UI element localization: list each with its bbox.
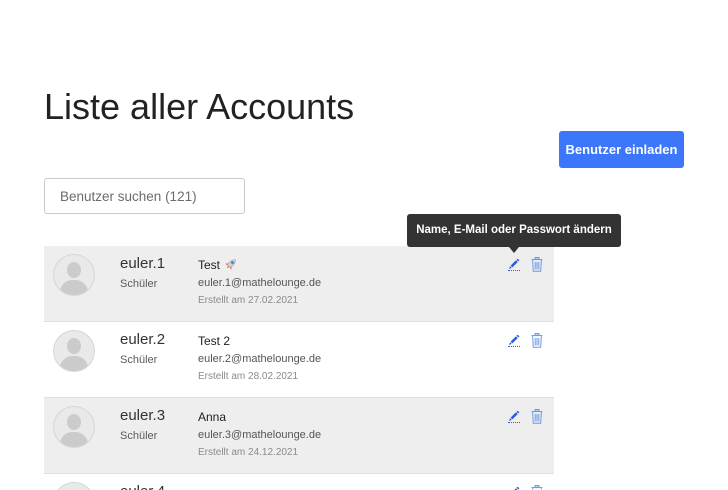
trash-icon xyxy=(531,485,543,490)
username: euler.4 xyxy=(120,482,165,490)
user-row: euler.2 Schüler Test 2 euler.2@matheloun… xyxy=(44,322,554,398)
invite-user-button[interactable]: Benutzer einladen xyxy=(559,131,684,168)
avatar-placeholder-icon xyxy=(53,254,95,296)
edit-user-button[interactable] xyxy=(508,410,520,423)
user-list: euler.1 Schüler Test euler.1@mathelounge… xyxy=(44,246,554,490)
user-display-name: Anna xyxy=(198,410,227,424)
pencil-icon xyxy=(514,486,520,490)
avatar-placeholder-icon xyxy=(53,482,95,490)
user-email: euler.1@mathelounge.de xyxy=(198,277,322,289)
avatar-placeholder-icon xyxy=(53,406,95,448)
user-role: Schüler xyxy=(120,278,158,290)
edit-user-button[interactable] xyxy=(508,258,520,271)
user-row: euler.3 Schüler Anna euler.3@mathelounge… xyxy=(44,398,554,474)
user-row: euler.4 xyxy=(44,474,554,490)
avatar-head xyxy=(67,338,81,354)
avatar-body xyxy=(60,356,88,371)
delete-user-button[interactable] xyxy=(531,257,543,272)
avatar-placeholder-icon xyxy=(53,330,95,372)
user-search-input[interactable] xyxy=(44,178,245,214)
pencil-icon xyxy=(509,334,520,345)
tooltip-arrow xyxy=(509,247,519,253)
pencil-icon xyxy=(509,258,520,269)
username: euler.2 xyxy=(120,331,166,348)
avatar-head xyxy=(67,414,81,430)
avatar-body xyxy=(60,432,88,447)
page-title: Liste aller Accounts xyxy=(44,86,355,127)
edit-user-button[interactable] xyxy=(508,486,520,490)
user-display-name-text: Test xyxy=(198,258,221,272)
avatar-head xyxy=(67,262,81,278)
user-created-date: Erstellt am 28.02.2021 xyxy=(198,371,299,382)
username: euler.3 xyxy=(120,407,166,424)
delete-user-button[interactable] xyxy=(531,409,543,424)
trash-icon xyxy=(531,333,543,348)
trash-icon xyxy=(531,257,543,272)
user-role: Schüler xyxy=(120,354,158,366)
edit-user-button[interactable] xyxy=(508,334,520,347)
user-email: euler.3@mathelounge.de xyxy=(198,429,322,441)
rocket-icon xyxy=(225,259,236,270)
pencil-icon xyxy=(509,410,520,421)
trash-icon xyxy=(531,409,543,424)
avatar-body xyxy=(60,280,88,295)
user-display-name: Test 2 xyxy=(198,334,231,348)
user-row: euler.1 Schüler Test euler.1@mathelounge… xyxy=(44,246,554,322)
edit-tooltip: Name, E-Mail oder Passwort ändern xyxy=(407,214,621,247)
user-created-date: Erstellt am 24.12.2021 xyxy=(198,447,299,458)
delete-user-button[interactable] xyxy=(531,333,543,348)
user-created-date: Erstellt am 27.02.2021 xyxy=(198,295,299,306)
user-email: euler.2@mathelounge.de xyxy=(198,353,322,365)
user-role: Schüler xyxy=(120,430,158,442)
user-display-name: Test xyxy=(198,257,238,273)
delete-user-button[interactable] xyxy=(531,485,543,490)
username: euler.1 xyxy=(120,255,166,272)
